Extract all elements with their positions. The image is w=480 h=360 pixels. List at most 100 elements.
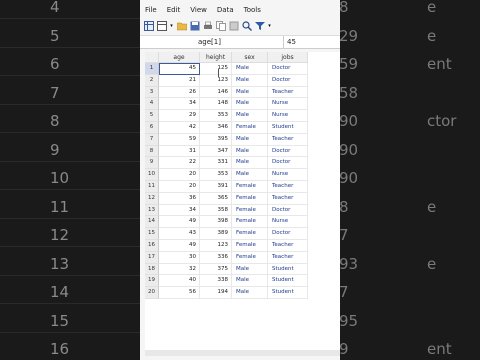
table-cell-height[interactable]: 346 — [200, 122, 232, 134]
table-cell-sex[interactable]: Female — [232, 192, 268, 205]
table-cell-sex[interactable]: Male — [232, 275, 268, 288]
table-cell-height[interactable]: 123 — [200, 240, 232, 252]
row-header[interactable]: 5 — [145, 110, 159, 122]
copy-icon[interactable] — [215, 20, 226, 31]
cell-value-input[interactable]: 45 — [283, 36, 340, 49]
table-cell-jobs[interactable]: Student — [268, 275, 308, 288]
table-cell-sex[interactable]: Female — [232, 251, 268, 264]
table-cell-height[interactable]: 365 — [200, 192, 232, 205]
chevron-down-icon[interactable]: ▾ — [267, 20, 272, 31]
row-header[interactable]: 3 — [145, 86, 159, 99]
table-cell-age[interactable]: 56 — [159, 287, 200, 299]
table-cell-sex[interactable]: Male — [232, 169, 268, 181]
row-header[interactable]: 2 — [145, 74, 159, 87]
table-cell-jobs[interactable]: Doctor — [268, 228, 308, 240]
table-cell-sex[interactable]: Male — [232, 133, 268, 146]
table-cell-age[interactable]: 30 — [159, 251, 200, 264]
table-cell-jobs[interactable]: Teacher — [268, 181, 308, 193]
table-cell-height[interactable]: 391 — [200, 181, 232, 193]
table-cell-height[interactable]: 148 — [200, 98, 232, 111]
table-cell-age[interactable]: 31 — [159, 145, 200, 158]
table-cell-age[interactable]: 49 — [159, 240, 200, 252]
table-cell-jobs[interactable]: Teacher — [268, 133, 308, 146]
table-cell-height[interactable]: 146 — [200, 86, 232, 99]
table-cell-sex[interactable]: Female — [232, 204, 268, 217]
column-header-sex[interactable]: sex — [232, 52, 268, 63]
data-editor-icon[interactable] — [143, 20, 154, 31]
table-cell-age[interactable]: 22 — [159, 157, 200, 170]
row-header[interactable]: 19 — [145, 275, 159, 288]
menu-tools[interactable]: Tools — [239, 3, 266, 17]
row-header[interactable]: 18 — [145, 263, 159, 276]
column-header-jobs[interactable]: jobs — [268, 52, 308, 63]
data-browser-icon[interactable] — [156, 20, 167, 31]
row-header[interactable]: 11 — [145, 181, 159, 193]
table-cell-age[interactable]: 34 — [159, 98, 200, 111]
row-header[interactable]: 12 — [145, 192, 159, 205]
menu-view[interactable]: View — [185, 3, 212, 17]
print-icon[interactable] — [202, 20, 213, 31]
table-cell-jobs[interactable]: Nurse — [268, 169, 308, 181]
row-header[interactable]: 8 — [145, 145, 159, 158]
table-cell-age[interactable]: 49 — [159, 216, 200, 229]
table-cell-sex[interactable]: Male — [232, 63, 268, 75]
table-cell-height[interactable]: 353 — [200, 110, 232, 122]
table-cell-height[interactable]: 398 — [200, 216, 232, 229]
row-header[interactable]: 10 — [145, 169, 159, 181]
menu-data[interactable]: Data — [212, 3, 239, 17]
row-header[interactable]: 16 — [145, 240, 159, 252]
menu-edit[interactable]: Edit — [162, 3, 186, 17]
table-cell-jobs[interactable]: Teacher — [268, 192, 308, 205]
table-cell-age[interactable]: 59 — [159, 133, 200, 146]
table-cell-age[interactable]: 20 — [159, 181, 200, 193]
table-cell-jobs[interactable]: Doctor — [268, 204, 308, 217]
table-cell-age[interactable]: 45 — [159, 63, 200, 75]
paste-icon[interactable] — [228, 20, 239, 31]
table-cell-height[interactable]: 123 — [200, 74, 232, 87]
table-cell-jobs[interactable]: Teacher — [268, 240, 308, 252]
table-cell-height[interactable]: 347 — [200, 145, 232, 158]
table-cell-jobs[interactable]: Student — [268, 122, 308, 134]
horizontal-scrollbar[interactable] — [145, 350, 340, 356]
table-cell-age[interactable]: 42 — [159, 122, 200, 134]
table-cell-sex[interactable]: Male — [232, 74, 268, 87]
table-cell-sex[interactable]: Male — [232, 157, 268, 170]
row-header[interactable]: 20 — [145, 287, 159, 299]
column-header-height[interactable]: height — [200, 52, 232, 63]
row-header[interactable]: 6 — [145, 122, 159, 134]
column-header-age[interactable]: age — [159, 52, 200, 63]
table-cell-jobs[interactable]: Student — [268, 287, 308, 299]
search-icon[interactable] — [241, 20, 252, 31]
table-cell-jobs[interactable]: Doctor — [268, 63, 308, 75]
row-header[interactable]: 14 — [145, 216, 159, 229]
table-cell-sex[interactable]: Female — [232, 228, 268, 240]
menu-file[interactable]: File — [140, 3, 162, 17]
table-cell-age[interactable]: 36 — [159, 192, 200, 205]
table-cell-jobs[interactable]: Doctor — [268, 74, 308, 87]
table-cell-sex[interactable]: Male — [232, 110, 268, 122]
grid-corner[interactable] — [145, 52, 159, 63]
filter-icon[interactable] — [254, 20, 265, 31]
table-cell-height[interactable]: 338 — [200, 275, 232, 288]
table-cell-age[interactable]: 26 — [159, 86, 200, 99]
table-cell-jobs[interactable]: Student — [268, 263, 308, 276]
table-cell-age[interactable]: 20 — [159, 169, 200, 181]
table-cell-age[interactable]: 40 — [159, 275, 200, 288]
row-header[interactable]: 17 — [145, 251, 159, 264]
table-cell-sex[interactable]: Male — [232, 98, 268, 111]
table-cell-age[interactable]: 32 — [159, 263, 200, 276]
table-cell-jobs[interactable]: Doctor — [268, 145, 308, 158]
row-header[interactable]: 13 — [145, 204, 159, 217]
table-cell-jobs[interactable]: Doctor — [268, 157, 308, 170]
table-cell-height[interactable]: 389 — [200, 228, 232, 240]
table-cell-height[interactable]: 375 — [200, 263, 232, 276]
row-header[interactable]: 15 — [145, 228, 159, 240]
table-cell-sex[interactable]: Male — [232, 263, 268, 276]
row-header[interactable]: 7 — [145, 133, 159, 146]
row-header[interactable]: 9 — [145, 157, 159, 170]
table-cell-height[interactable]: 353 — [200, 169, 232, 181]
chevron-down-icon[interactable]: ▾ — [169, 20, 174, 31]
table-cell-height[interactable]: 358 — [200, 204, 232, 217]
table-cell-jobs[interactable]: Nurse — [268, 216, 308, 229]
table-cell-height[interactable]: 395 — [200, 133, 232, 146]
